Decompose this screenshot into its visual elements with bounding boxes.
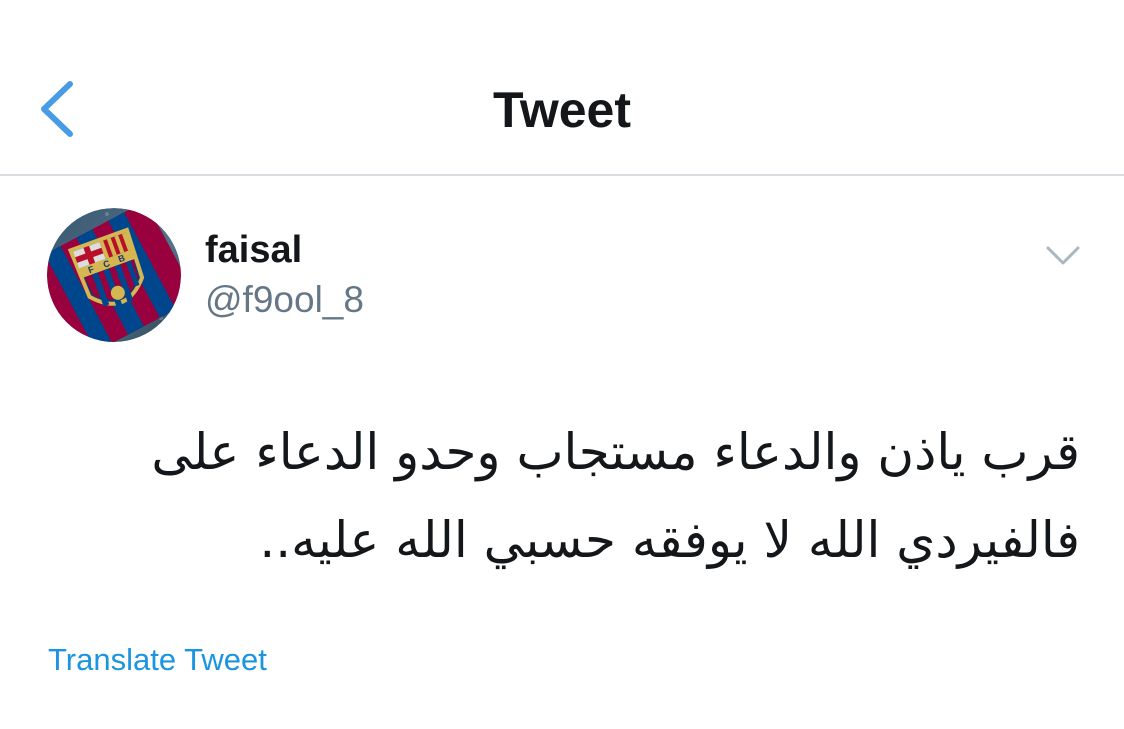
chevron-down-icon [1046, 246, 1080, 265]
tweet-detail-screen: Tweet F C B faisal @f9ool_8 قرب ياذن وال… [0, 0, 1124, 729]
fc-barcelona-flag-avatar: F C B [47, 208, 181, 342]
translate-tweet-link[interactable]: Translate Tweet [48, 640, 267, 680]
avatar[interactable]: F C B [47, 208, 181, 342]
page-title: Tweet [493, 82, 631, 138]
author-handle[interactable]: @f9ool_8 [205, 278, 364, 322]
tweet-text: قرب ياذن والدعاء مستجاب وحدو الدعاء على … [151, 423, 1080, 569]
tweet-menu-button[interactable] [1040, 238, 1086, 274]
author-display-name[interactable]: faisal [205, 228, 302, 272]
navigation-bar: Tweet [0, 0, 1124, 176]
